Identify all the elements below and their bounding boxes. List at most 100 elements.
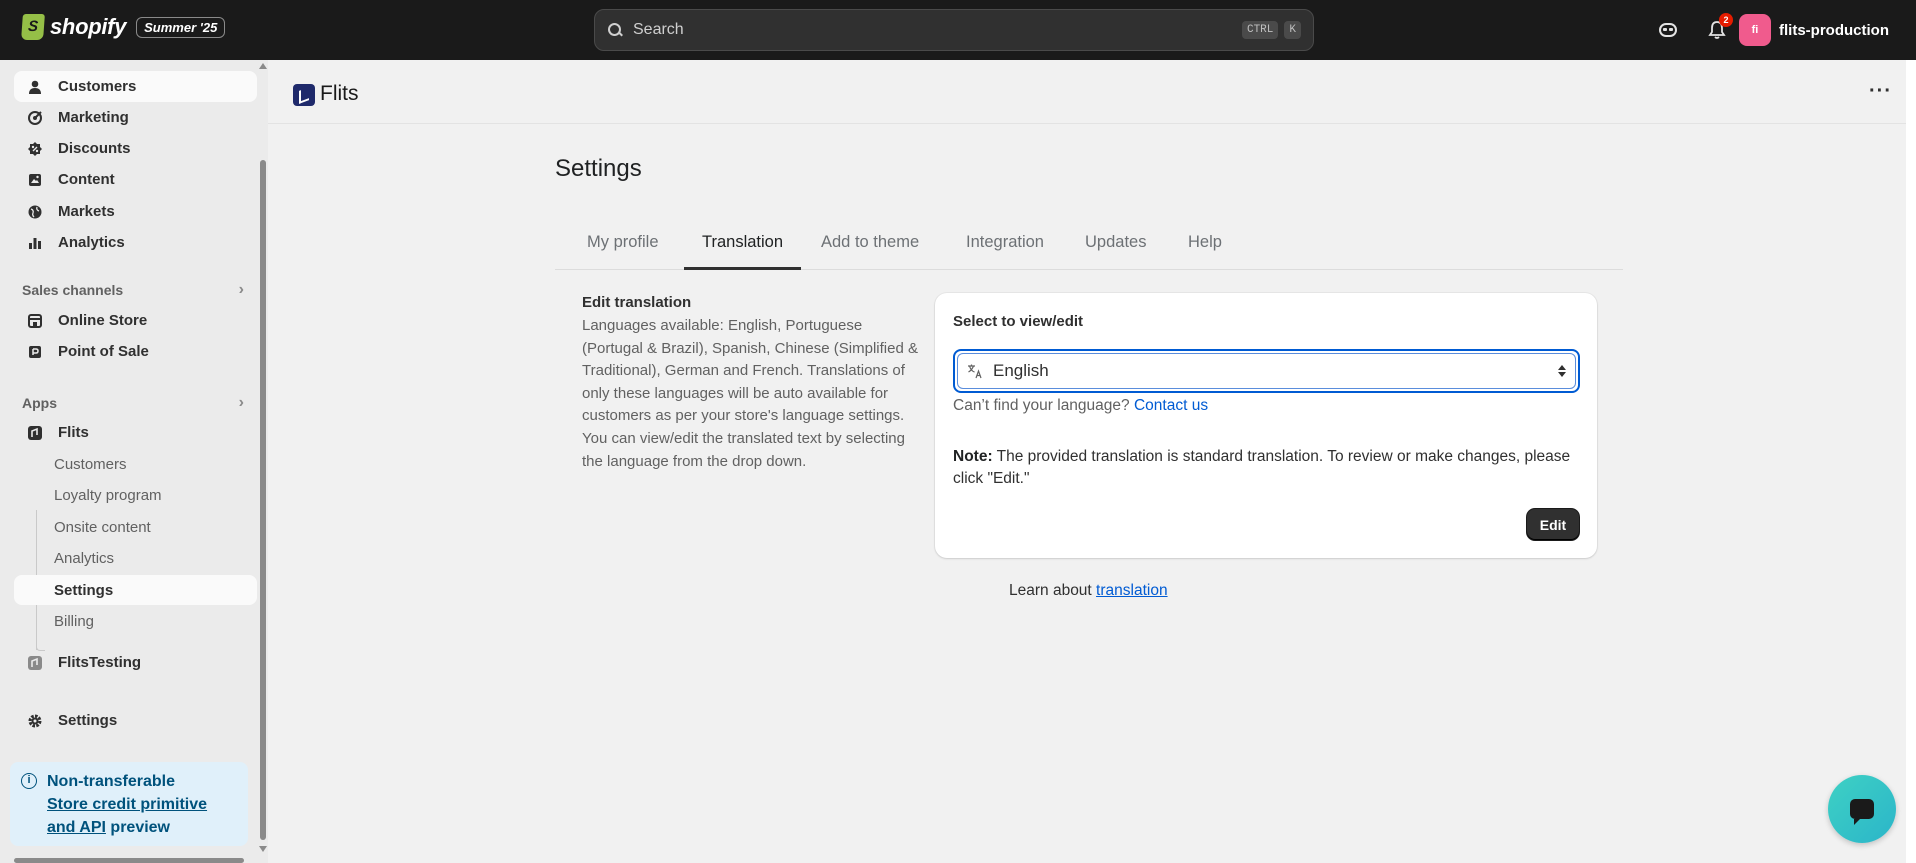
help-text: Can’t find your language? — [953, 397, 1130, 414]
discount-icon — [26, 140, 44, 158]
scroll-up-arrow-icon[interactable] — [259, 63, 267, 69]
section-heading-label: Sales channels — [22, 282, 124, 298]
window-edge — [1906, 60, 1916, 863]
flits-app-icon — [26, 424, 44, 442]
language-help-text: Can’t find your language? Contact us — [953, 397, 1208, 415]
sidebar-item-label: Content — [58, 171, 115, 188]
selected-language: English — [993, 361, 1049, 380]
learn-about-translation: Learn about translation — [1009, 582, 1168, 600]
tab-translation[interactable]: Translation — [684, 219, 802, 270]
sidebar-scrollbar[interactable] — [258, 60, 268, 855]
sidebar-item-label: Marketing — [58, 109, 129, 126]
edit-translation-title: Edit translation — [582, 294, 692, 311]
sidebar-item-label: Markets — [58, 203, 115, 220]
app-header: Flits ··· — [268, 60, 1916, 124]
sidebar-item-customers[interactable]: Customers — [14, 71, 257, 102]
app-title: Flits — [320, 82, 359, 105]
sidekick-button[interactable] — [1656, 18, 1680, 42]
note-text: The provided translation is standard tra… — [953, 448, 1571, 487]
sidebar-item-flits[interactable]: Flits — [14, 417, 257, 448]
sidebar: Customers Marketing Discounts Content Ma… — [0, 60, 268, 863]
flits-sub-settings[interactable]: Settings — [14, 575, 257, 605]
person-icon — [26, 78, 44, 96]
shopify-wordmark: shopify — [50, 14, 127, 39]
store-name: flits-production — [1779, 21, 1889, 39]
sidebar-item-label: FlitsTesting — [58, 654, 142, 671]
sidebar-item-online-store[interactable]: Online Store — [14, 305, 257, 336]
flits-logo-icon — [293, 84, 315, 106]
search-bar[interactable]: CTRL K — [594, 9, 1314, 51]
flits-sub-onsite-content[interactable]: Onsite content — [14, 512, 257, 542]
shortcut-key-ctrl: CTRL — [1241, 21, 1279, 39]
flits-sub-loyalty-program[interactable]: Loyalty program — [14, 480, 257, 510]
sidebar-item-marketing[interactable]: Marketing — [14, 102, 257, 133]
tab-help[interactable]: Help — [1170, 219, 1240, 270]
section-heading-label: Apps — [22, 395, 57, 411]
top-bar: shopify Summer '25 CTRL K 2 fi flits-pro… — [0, 0, 1916, 60]
sales-channels-heading[interactable]: Sales channels › — [22, 281, 244, 299]
more-actions-icon[interactable]: ··· — [1869, 81, 1892, 101]
sidebar-item-label: Settings — [58, 712, 118, 729]
page-title: Settings — [555, 155, 642, 182]
sidekick-icon — [1659, 23, 1677, 37]
sidebar-item-markets[interactable]: Markets — [14, 196, 257, 227]
chevron-right-icon[interactable]: › — [239, 281, 244, 299]
translation-help-link[interactable]: translation — [1096, 582, 1168, 599]
sidebar-item-label: Discounts — [58, 140, 131, 157]
language-select[interactable]: English — [953, 349, 1580, 393]
shopify-bag-icon — [21, 14, 45, 40]
sidebar-item-content[interactable]: Content — [14, 164, 257, 195]
sidebar-item-flitstesting[interactable]: FlitsTesting — [14, 647, 257, 678]
edition-badge[interactable]: Summer '25 — [136, 16, 226, 38]
horizontal-scrollbar-thumb[interactable] — [14, 858, 244, 863]
apps-heading[interactable]: Apps › — [22, 394, 244, 412]
storefront-icon — [26, 312, 44, 330]
chat-launcher-button[interactable] — [1828, 775, 1896, 843]
sidebar-item-label: Online Store — [58, 312, 148, 329]
store-switcher[interactable]: fi flits-production — [1739, 14, 1889, 46]
contact-us-link[interactable]: Contact us — [1134, 397, 1208, 414]
translation-note: Note: The provided translation is standa… — [953, 446, 1583, 490]
translation-card: Select to view/edit English Can’t find y… — [935, 293, 1597, 558]
learn-prefix: Learn about — [1009, 582, 1097, 599]
shortcut-key-k: K — [1284, 21, 1301, 39]
pos-icon — [26, 343, 44, 361]
scrollbar-thumb[interactable] — [260, 160, 266, 840]
settings-tabs: My profile Translation Add to theme Inte… — [555, 219, 1623, 270]
shopify-logo[interactable]: shopify Summer '25 — [21, 14, 226, 40]
sidebar-item-analytics[interactable]: Analytics — [14, 227, 257, 258]
edit-button[interactable]: Edit — [1527, 509, 1579, 540]
sidebar-item-discounts[interactable]: Discounts — [14, 133, 257, 164]
tab-integration[interactable]: Integration — [948, 219, 1062, 270]
banner-title: Non-transferable — [47, 773, 176, 790]
note-label: Note: — [953, 448, 993, 465]
notifications-button[interactable]: 2 — [1705, 13, 1733, 42]
sidebar-item-point-of-sale[interactable]: Point of Sale — [14, 336, 257, 367]
flits-sub-customers[interactable]: Customers — [14, 449, 257, 479]
banner-suffix: preview — [105, 819, 170, 836]
search-icon — [607, 22, 623, 38]
sidebar-item-settings[interactable]: Settings — [14, 705, 257, 736]
store-credit-preview-banner: i Non-transferable Store credit primitiv… — [10, 762, 248, 846]
target-icon — [26, 109, 44, 127]
gear-icon — [26, 712, 44, 730]
sidebar-item-label: Customers — [58, 78, 137, 95]
search-input[interactable] — [633, 21, 1236, 39]
sidebar-horizontal-scrollbar[interactable] — [0, 856, 268, 863]
edit-translation-description: Languages available: English, Portuguese… — [582, 317, 918, 470]
tab-add-to-theme[interactable]: Add to theme — [803, 219, 937, 270]
notification-count-badge: 2 — [1719, 13, 1733, 27]
sidebar-item-label: Flits — [58, 424, 89, 441]
content-icon — [26, 171, 44, 189]
tab-updates[interactable]: Updates — [1067, 219, 1164, 270]
store-avatar: fi — [1739, 14, 1772, 46]
scroll-down-arrow-icon[interactable] — [259, 846, 267, 852]
chevron-right-icon[interactable]: › — [239, 394, 244, 412]
flits-sub-analytics[interactable]: Analytics — [14, 543, 257, 573]
info-icon: i — [21, 773, 37, 789]
bar-chart-icon — [26, 234, 44, 252]
flits-sub-billing[interactable]: Billing — [14, 606, 257, 636]
chat-bubble-icon — [1850, 799, 1874, 825]
tab-my-profile[interactable]: My profile — [569, 219, 677, 270]
flitstesting-app-icon — [26, 654, 44, 672]
